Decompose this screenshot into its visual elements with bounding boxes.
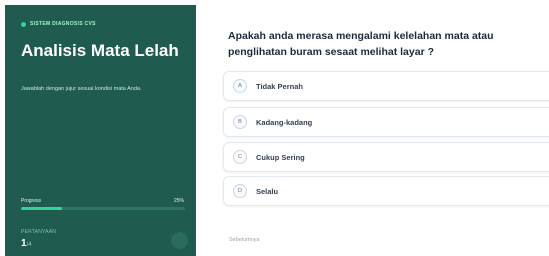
option-label: Cukup Sering (256, 152, 305, 162)
option-letter-badge: B (233, 115, 247, 129)
brand-label: SISTEM DIAGNOSIS CVS (30, 21, 96, 27)
option-letter-badge: C (233, 150, 247, 164)
sidebar-panel: SISTEM DIAGNOSIS CVS Analisis Mata Lelah… (5, 5, 196, 256)
progress-label: Progress (21, 198, 42, 204)
option-letter-badge: A (233, 79, 247, 93)
page-subtitle: Jawablah dengan jujur sesuai kondisi mat… (21, 86, 142, 92)
question-counter: 1/4 (21, 238, 32, 249)
option-label: Selalu (256, 186, 279, 196)
option-label: Tidak Pernah (256, 81, 303, 91)
progress-bar (21, 207, 185, 210)
brand: SISTEM DIAGNOSIS CVS (21, 21, 96, 27)
question-counter-label: PERTANYAAN (21, 229, 57, 235)
option-label: Kadang-kadang (256, 117, 313, 127)
question-text: Apakah anda merasa mengalami kelelahan m… (228, 30, 494, 58)
progress-percent: 25% (173, 198, 184, 204)
option-d-button[interactable]: D Selalu (223, 176, 549, 206)
option-b-button[interactable]: B Kadang-kadang (223, 107, 549, 137)
option-c-button[interactable]: C Cukup Sering (223, 142, 549, 172)
option-letter-badge: D (233, 184, 247, 198)
status-dot-icon (21, 21, 26, 27)
option-a-button[interactable]: A Tidak Pernah (223, 71, 549, 101)
previous-button[interactable]: Sebelumnya (229, 237, 260, 243)
decorative-circle (171, 232, 188, 249)
question-total: /4 (26, 242, 32, 248)
page-title: Analisis Mata Lelah (21, 41, 179, 60)
progress-bar-fill (21, 207, 62, 210)
